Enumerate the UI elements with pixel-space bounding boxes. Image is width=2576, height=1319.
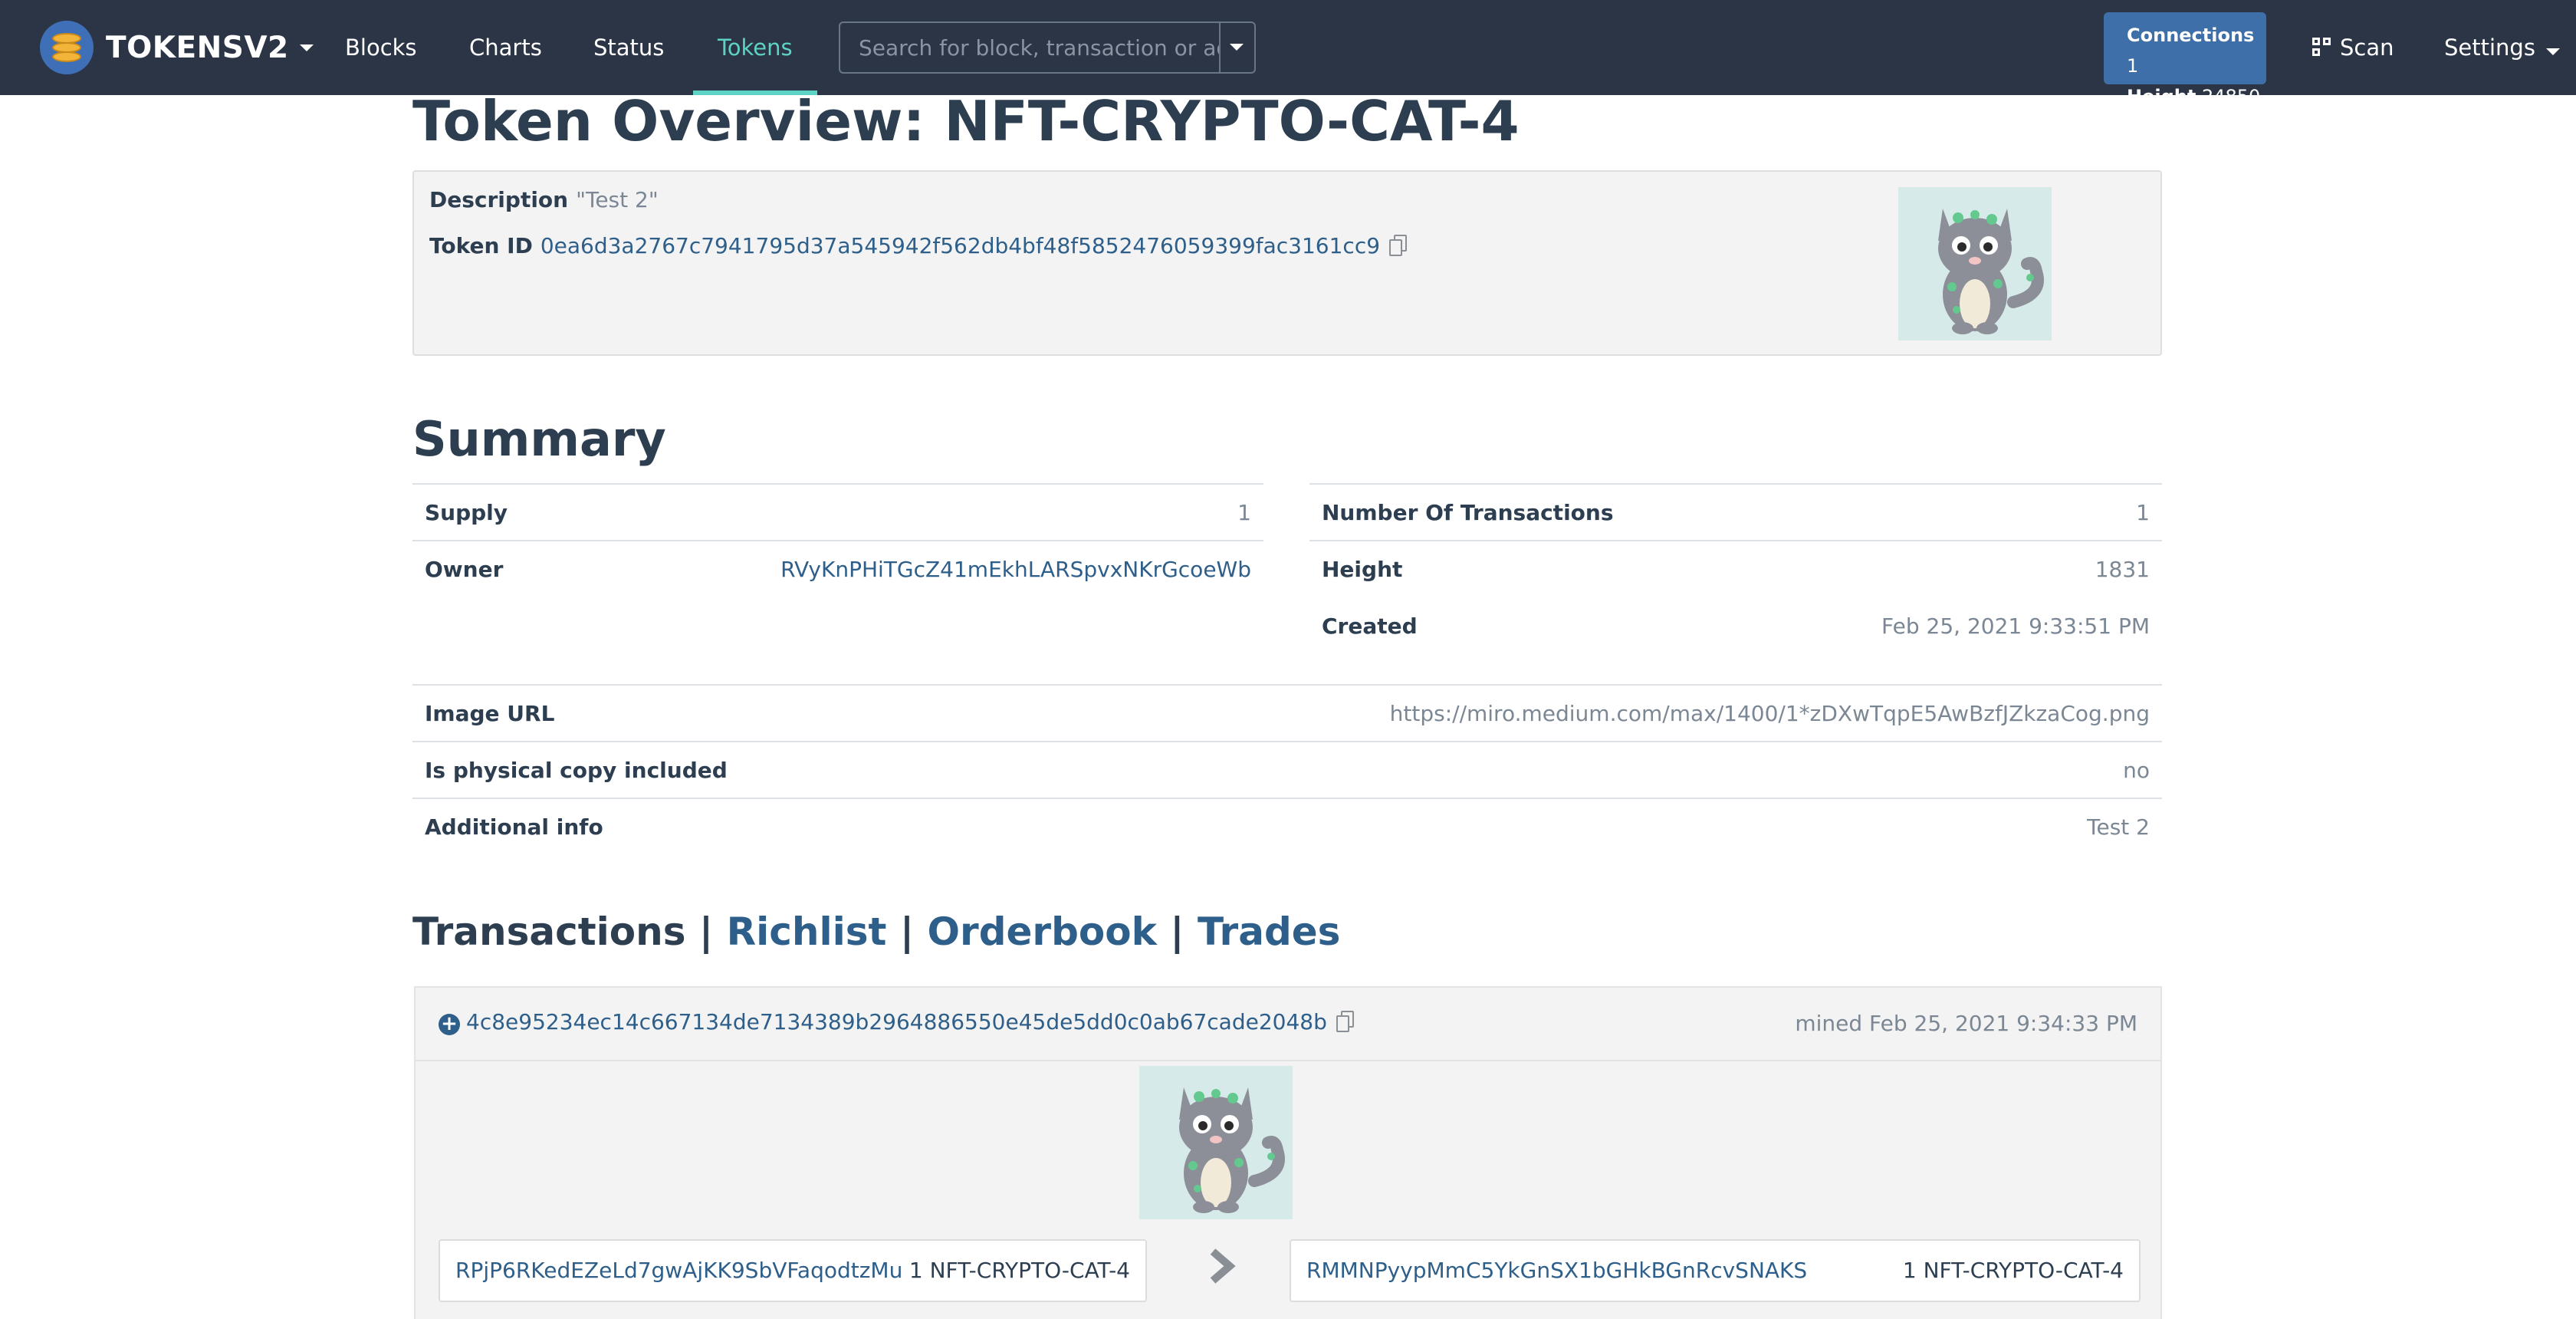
owner-label: Owner bbox=[412, 540, 564, 597]
tx-count-value: 1 bbox=[1752, 483, 2162, 541]
height-value: 1831 bbox=[1752, 540, 2162, 597]
output-address-link[interactable]: RMMNPyypMmC5YkGnSX1bGHkBGnRcvSNAKS bbox=[1306, 1258, 1807, 1283]
height-label: Height bbox=[2127, 86, 2196, 107]
qr-code-icon bbox=[2312, 38, 2332, 58]
chevron-down-icon bbox=[1230, 44, 1244, 51]
table-row: Image URL https://miro.medium.com/max/14… bbox=[412, 684, 2162, 742]
tab-transactions[interactable]: Transactions bbox=[412, 909, 686, 954]
transaction-token-image bbox=[1139, 1066, 1293, 1219]
table-row: Created Feb 25, 2021 9:33:51 PM bbox=[1309, 597, 2162, 654]
chevron-right-icon bbox=[1210, 1248, 1236, 1284]
tab-separator: | bbox=[1170, 909, 1184, 954]
top-navbar: TOKENSV2 Blocks Charts Status Tokens Con… bbox=[0, 0, 2576, 107]
expand-plus-icon[interactable]: + bbox=[439, 1014, 460, 1035]
additional-info-value: Test 2 bbox=[927, 798, 2162, 855]
physical-copy-value: no bbox=[927, 741, 2162, 798]
scan-button[interactable]: Scan bbox=[2312, 0, 2394, 95]
tab-separator: | bbox=[899, 909, 915, 954]
tab-separator: | bbox=[698, 909, 714, 954]
transaction-header: + 4c8e95234ec14c667134de7134389b29648865… bbox=[416, 988, 2160, 1061]
output-amount: 1 NFT-CRYPTO-CAT-4 bbox=[1902, 1258, 2124, 1283]
table-row: Owner RVyKnPHiTGcZ41mEkhLARSpvxNKrGcoeWb bbox=[412, 540, 1263, 597]
transaction-panel: + 4c8e95234ec14c667134de7134389b29648865… bbox=[414, 986, 2162, 1319]
token-id-label: Token ID bbox=[429, 233, 533, 258]
nav-link-charts[interactable]: Charts bbox=[469, 0, 542, 95]
input-address-link[interactable]: RPjP6RKedEZeLd7gwAjKK9SbVFaqodtzMu bbox=[455, 1258, 902, 1283]
chevron-down-icon bbox=[2545, 48, 2560, 55]
transaction-input: RPjP6RKedEZeLd7gwAjKK9SbVFaqodtzMu 1 NFT… bbox=[439, 1239, 1147, 1302]
token-id-row: Token ID 0ea6d3a2767c7941795d37a545942f5… bbox=[429, 233, 1408, 258]
table-row: Supply 1 bbox=[412, 483, 1263, 541]
search-input[interactable] bbox=[840, 23, 1221, 72]
nav-link-blocks[interactable]: Blocks bbox=[345, 0, 417, 95]
search-dropdown-button[interactable] bbox=[1219, 23, 1254, 72]
physical-copy-label: Is physical copy included bbox=[412, 741, 928, 798]
created-value: Feb 25, 2021 9:33:51 PM bbox=[1881, 613, 2150, 639]
scan-label: Scan bbox=[2340, 35, 2394, 61]
search-box bbox=[839, 21, 1256, 74]
tx-count-label: Number Of Transactions bbox=[1309, 483, 1753, 541]
brand-name: TOKENSV2 bbox=[106, 30, 289, 65]
description-value: "Test 2" bbox=[576, 187, 659, 212]
nav-link-tokens[interactable]: Tokens bbox=[693, 0, 817, 95]
table-row: Height 1831 bbox=[1309, 540, 2162, 597]
owner-address-link[interactable]: RVyKnPHiTGcZ41mEkhLARSpvxNKrGcoeWb bbox=[564, 540, 1263, 597]
image-url-value: https://miro.medium.com/max/1400/1*zDXwT… bbox=[927, 684, 2162, 742]
connections-label: Connections bbox=[2127, 25, 2255, 46]
tab-trades[interactable]: Trades bbox=[1198, 909, 1340, 954]
table-row: Number Of Transactions 1 bbox=[1309, 483, 2162, 541]
brand-logo-icon bbox=[40, 21, 94, 74]
copy-icon[interactable] bbox=[1389, 234, 1408, 258]
transaction-hash-row: 4c8e95234ec14c667134de7134389b2964886550… bbox=[466, 1009, 1355, 1034]
token-id-link[interactable]: 0ea6d3a2767c7941795d37a545942f562db4bf48… bbox=[540, 233, 1380, 258]
page-title: Token Overview: NFT-CRYPTO-CAT-4 bbox=[412, 89, 1520, 153]
nav-link-status[interactable]: Status bbox=[593, 0, 664, 95]
network-status-badge[interactable]: Connections 1 Height 24850 bbox=[2104, 12, 2266, 107]
additional-info-label: Additional info bbox=[412, 798, 928, 855]
summary-left-table: Supply 1 Owner RVyKnPHiTGcZ41mEkhLARSpvx… bbox=[412, 483, 1263, 597]
summary-metadata-table: Image URL https://miro.medium.com/max/14… bbox=[412, 684, 2162, 855]
token-info-card: Description "Test 2" Token ID 0ea6d3a276… bbox=[412, 170, 2162, 356]
table-row: Is physical copy included no bbox=[412, 741, 2162, 798]
copy-icon[interactable] bbox=[1336, 1010, 1355, 1034]
input-amount: 1 NFT-CRYPTO-CAT-4 bbox=[909, 1258, 1130, 1283]
transaction-output: RMMNPyypMmC5YkGnSX1bGHkBGnRcvSNAKS 1 NFT… bbox=[1290, 1239, 2141, 1302]
tab-richlist[interactable]: Richlist bbox=[727, 909, 887, 954]
brand-menu[interactable]: TOKENSV2 bbox=[40, 18, 314, 77]
summary-right-table: Number Of Transactions 1 Height 1831 Cre… bbox=[1309, 483, 2162, 654]
height-label: Height bbox=[1309, 540, 1753, 597]
token-image bbox=[1898, 187, 2052, 340]
tab-orderbook[interactable]: Orderbook bbox=[928, 909, 1157, 954]
summary-title: Summary bbox=[412, 411, 666, 467]
table-row: Additional info Test 2 bbox=[412, 798, 2162, 855]
supply-value: 1 bbox=[564, 483, 1263, 541]
image-url-label: Image URL bbox=[412, 684, 928, 742]
settings-menu[interactable]: Settings bbox=[2444, 0, 2560, 95]
created-label: Created bbox=[1322, 613, 1418, 639]
transaction-mined-time: mined Feb 25, 2021 9:34:33 PM bbox=[1795, 1011, 2137, 1036]
connections-value: 1 bbox=[2127, 55, 2139, 77]
token-tabs: Transactions | Richlist | Orderbook | Tr… bbox=[412, 909, 1340, 954]
description-label: Description bbox=[429, 187, 569, 212]
description-row: Description "Test 2" bbox=[429, 187, 659, 212]
chevron-down-icon bbox=[299, 44, 314, 51]
height-value: 24850 bbox=[2201, 86, 2261, 107]
settings-label: Settings bbox=[2444, 35, 2535, 61]
transaction-hash-link[interactable]: 4c8e95234ec14c667134de7134389b2964886550… bbox=[466, 1009, 1327, 1034]
supply-label: Supply bbox=[412, 483, 564, 541]
